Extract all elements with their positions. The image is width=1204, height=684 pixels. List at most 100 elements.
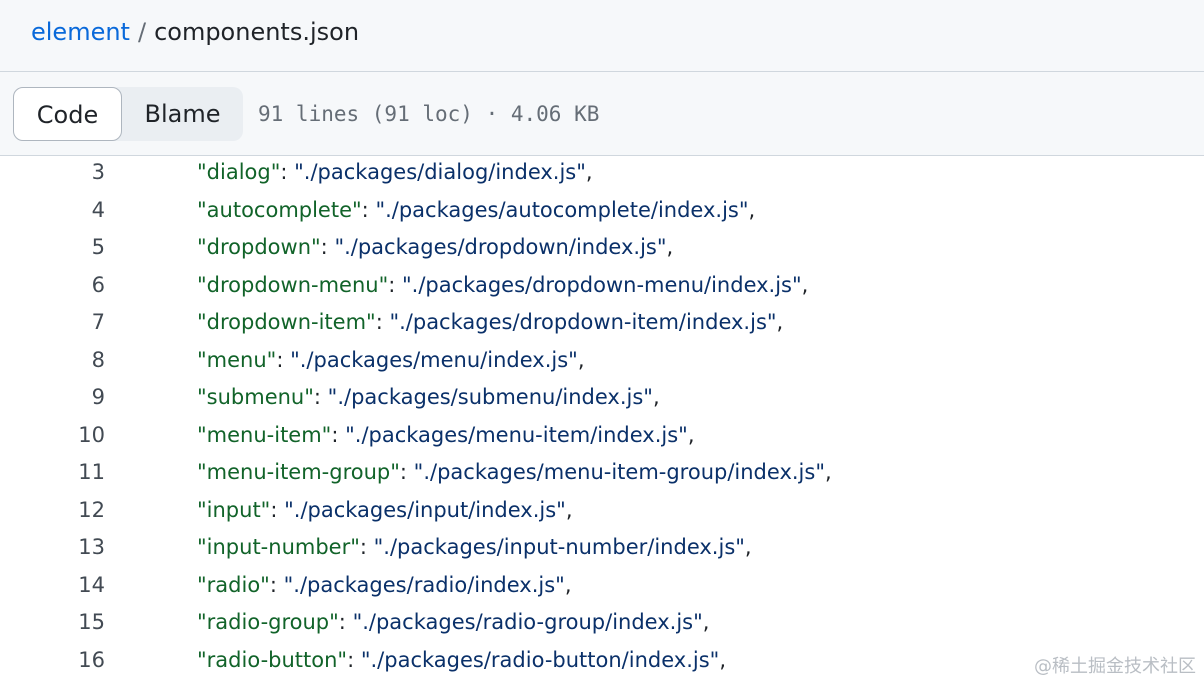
json-value: "./packages/menu/index.js" bbox=[290, 347, 578, 372]
json-key: "dropdown-item" bbox=[197, 310, 376, 334]
json-colon: : bbox=[270, 497, 285, 522]
json-colon: : bbox=[359, 535, 374, 559]
code-line-text: "dropdown": "./packages/dropdown/index.j… bbox=[197, 229, 673, 267]
json-key: "menu-item-group" bbox=[197, 460, 400, 484]
json-key: "radio-button" bbox=[197, 647, 348, 672]
code-line-text: "menu": "./packages/menu/index.js", bbox=[197, 342, 585, 380]
code-line-text: "input": "./packages/input/index.js", bbox=[197, 492, 573, 530]
file-toolbar: Code Blame 91 lines (91 loc) · 4.06 KB bbox=[0, 72, 1204, 156]
line-number[interactable]: 16 bbox=[0, 642, 105, 680]
json-key: "dropdown" bbox=[197, 235, 321, 259]
json-comma: , bbox=[824, 460, 832, 484]
code-line: 10 "menu-item": "./packages/menu-item/ind… bbox=[0, 417, 1204, 455]
code-line: 13 "input-number": "./packages/input-numb… bbox=[0, 529, 1204, 567]
code-line: 12 "input": "./packages/input/index.js", bbox=[0, 492, 1204, 530]
json-colon: : bbox=[276, 347, 291, 372]
json-value: "./packages/menu-item/index.js" bbox=[345, 422, 688, 447]
code-line-text: "input-number": "./packages/input-number… bbox=[197, 529, 752, 567]
code-line: 9 "submenu": "./packages/submenu/index.js… bbox=[0, 379, 1204, 417]
line-number[interactable]: 4 bbox=[0, 192, 105, 230]
code-line-text: "radio-group": "./packages/radio-group/i… bbox=[197, 604, 709, 642]
line-number[interactable]: 15 bbox=[0, 604, 105, 642]
json-comma: , bbox=[744, 535, 752, 559]
code-line: 14 "radio": "./packages/radio/index.js", bbox=[0, 567, 1204, 605]
json-colon: : bbox=[375, 310, 390, 334]
file-header: element / components.json bbox=[0, 0, 1204, 72]
code-line: 8 "menu": "./packages/menu/index.js", bbox=[0, 342, 1204, 380]
json-comma: , bbox=[585, 160, 593, 184]
json-value: "./packages/menu-item-group/index.js" bbox=[413, 460, 825, 484]
json-comma: , bbox=[687, 422, 695, 447]
json-value: "./packages/autocomplete/index.js" bbox=[375, 197, 749, 222]
line-number[interactable]: 8 bbox=[0, 342, 105, 380]
code-line: 7 "dropdown-item": "./packages/dropdown-i… bbox=[0, 304, 1204, 342]
watermark: @稀土掘金技术社区 bbox=[1034, 656, 1196, 677]
json-value: "./packages/radio-group/index.js" bbox=[352, 610, 703, 634]
code-line: 3 "dialog": "./packages/dialog/index.js", bbox=[0, 156, 1204, 192]
file-name: components.json bbox=[154, 18, 360, 46]
json-colon: : bbox=[280, 160, 295, 184]
line-number[interactable]: 12 bbox=[0, 492, 105, 530]
json-comma: , bbox=[801, 272, 809, 297]
line-number[interactable]: 9 bbox=[0, 379, 105, 417]
line-number[interactable]: 11 bbox=[0, 454, 105, 492]
code-line: 6 "dropdown-menu": "./packages/dropdown-m… bbox=[0, 267, 1204, 305]
code-line-text: "dialog": "./packages/dialog/index.js", bbox=[197, 156, 593, 192]
json-colon: : bbox=[399, 460, 414, 484]
json-value: "./packages/dropdown/index.js" bbox=[334, 235, 667, 259]
json-value: "./packages/submenu/index.js" bbox=[327, 385, 653, 409]
json-key: "submenu" bbox=[197, 385, 314, 409]
line-number[interactable]: 5 bbox=[0, 229, 105, 267]
code-line-text: "submenu": "./packages/submenu/index.js"… bbox=[197, 379, 660, 417]
json-comma: , bbox=[577, 347, 585, 372]
breadcrumb: element / components.json bbox=[31, 17, 359, 47]
line-number[interactable]: 3 bbox=[0, 156, 105, 192]
json-colon: : bbox=[331, 422, 346, 447]
breadcrumb-separator: / bbox=[137, 18, 147, 46]
json-colon: : bbox=[338, 610, 353, 634]
json-key: "input" bbox=[197, 497, 271, 522]
json-value: "./packages/input/index.js" bbox=[284, 497, 566, 522]
json-colon: : bbox=[347, 647, 361, 672]
json-key: "radio" bbox=[197, 572, 270, 597]
code-tab-button[interactable]: Code bbox=[13, 87, 122, 141]
code-line-text: "menu-item": "./packages/menu-item/index… bbox=[197, 417, 695, 455]
json-value: "./packages/radio-button/index.js" bbox=[360, 647, 720, 672]
file-info: 91 lines (91 loc) · 4.06 KB bbox=[258, 102, 600, 126]
line-number[interactable]: 14 bbox=[0, 567, 105, 605]
json-comma: , bbox=[652, 385, 660, 409]
json-comma: , bbox=[564, 572, 572, 597]
json-key: "autocomplete" bbox=[197, 197, 362, 222]
json-comma: , bbox=[666, 235, 674, 259]
json-key: "dropdown-menu" bbox=[197, 272, 389, 297]
code-line: 4 "autocomplete": "./packages/autocomplet… bbox=[0, 192, 1204, 230]
json-comma: , bbox=[719, 647, 726, 672]
json-colon: : bbox=[361, 197, 376, 222]
code-view[interactable]: 3 "dialog": "./packages/dialog/index.js",… bbox=[0, 156, 1204, 684]
repo-link[interactable]: element bbox=[31, 18, 130, 46]
json-key: "radio-group" bbox=[197, 610, 339, 634]
line-number[interactable]: 13 bbox=[0, 529, 105, 567]
json-value: "./packages/input-number/index.js" bbox=[373, 535, 745, 559]
code-line-text: "menu-item-group": "./packages/menu-item… bbox=[197, 454, 832, 492]
code-line: 5 "dropdown": "./packages/dropdown/index.… bbox=[0, 229, 1204, 267]
code-line: 15 "radio-group": "./packages/radio-group… bbox=[0, 604, 1204, 642]
json-key: "input-number" bbox=[197, 535, 360, 559]
json-colon: : bbox=[313, 385, 328, 409]
code-line-text: "dropdown-menu": "./packages/dropdown-me… bbox=[197, 267, 808, 305]
json-key: "menu" bbox=[197, 347, 277, 372]
line-number[interactable]: 6 bbox=[0, 267, 105, 305]
line-number[interactable]: 10 bbox=[0, 417, 105, 455]
code-line-text: "radio-button": "./packages/radio-button… bbox=[197, 642, 726, 680]
line-number[interactable]: 7 bbox=[0, 304, 105, 342]
json-comma: , bbox=[565, 497, 573, 522]
json-value: "./packages/dialog/index.js" bbox=[294, 160, 586, 184]
code-line: 11 "menu-item-group": "./packages/menu-it… bbox=[0, 454, 1204, 492]
json-key: "menu-item" bbox=[197, 422, 332, 447]
blame-tab-button[interactable]: Blame bbox=[122, 87, 243, 141]
json-value: "./packages/radio/index.js" bbox=[283, 572, 565, 597]
view-toggle: Code Blame bbox=[13, 87, 243, 141]
json-colon: : bbox=[320, 235, 335, 259]
json-value: "./packages/dropdown-menu/index.js" bbox=[402, 272, 802, 297]
json-comma: , bbox=[702, 610, 710, 634]
